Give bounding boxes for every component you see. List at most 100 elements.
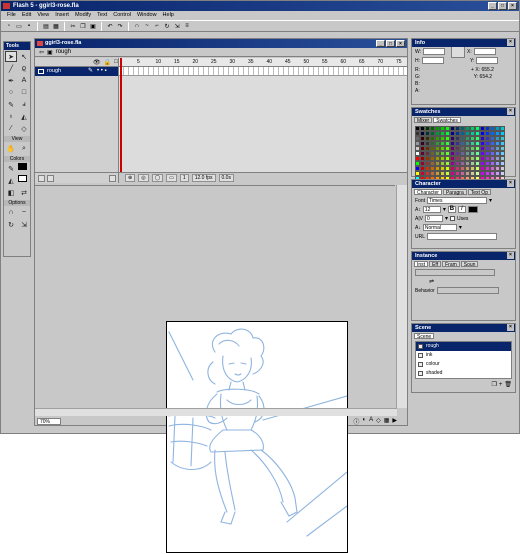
ink-bottle-icon[interactable]: ♁	[5, 111, 17, 122]
text-color-swatch[interactable]	[467, 206, 478, 213]
scale-option-icon[interactable]: ⇲	[18, 219, 30, 230]
layer-dots-icon[interactable]: • • ▪	[97, 67, 107, 76]
device-fonts-checkbox[interactable]	[449, 216, 455, 221]
info-w-field[interactable]	[423, 48, 446, 55]
position-dropdown-icon[interactable]: ▾	[459, 224, 462, 231]
snap-magnet-icon[interactable]: ∩	[133, 22, 141, 30]
new-file-icon[interactable]: ▫	[5, 22, 13, 30]
bold-button[interactable]: B	[447, 206, 456, 213]
menu-edit[interactable]: Edit	[19, 11, 34, 20]
scene-item[interactable]: rough	[416, 342, 511, 351]
tab-character[interactable]: Character	[414, 189, 442, 196]
print-icon[interactable]: ▤	[42, 22, 50, 30]
snap-option-icon[interactable]: ∩	[5, 207, 17, 218]
stroke-color-icon[interactable]: ✎	[5, 163, 17, 174]
cut-icon[interactable]: ✂	[69, 22, 77, 30]
center-frame-icon[interactable]: ⊕	[125, 174, 136, 182]
scene-item[interactable]: colour	[416, 360, 511, 369]
eye-icon[interactable]: 👁	[93, 59, 101, 66]
duplicate-scene-icon[interactable]: ❐	[491, 381, 496, 388]
layer-row-rough[interactable]: rough ✎ • • ▪	[35, 67, 118, 76]
onion-skin-icon[interactable]: ◎	[138, 174, 149, 182]
url-field[interactable]	[427, 233, 498, 240]
delete-layer-icon[interactable]	[109, 174, 116, 182]
launcher-instance-icon[interactable]: ◇	[376, 417, 381, 426]
save-icon[interactable]: ▪	[25, 22, 33, 30]
stroke-color-swatch[interactable]	[18, 163, 27, 170]
open-file-icon[interactable]: ▭	[15, 22, 23, 30]
subselect-icon[interactable]: ↖	[18, 51, 30, 62]
maximize-button[interactable]: □	[498, 2, 507, 10]
align-icon[interactable]: ≡	[183, 22, 191, 30]
text-icon[interactable]: A	[18, 75, 30, 86]
doc-minimize-button[interactable]: _	[376, 40, 385, 47]
behavior-select[interactable]	[436, 287, 499, 294]
menu-control[interactable]: Control	[110, 11, 134, 20]
eraser-icon[interactable]: ◇	[18, 123, 30, 134]
menu-view[interactable]: View	[34, 11, 52, 20]
font-dropdown-icon[interactable]: ▾	[489, 197, 492, 204]
smooth-icon[interactable]: ~	[143, 22, 151, 30]
tab-frame[interactable]: Fram	[442, 261, 460, 268]
brush-icon[interactable]: ⅎ	[18, 99, 30, 110]
registration-grid-icon[interactable]	[451, 45, 466, 58]
size-dropdown-icon[interactable]: ▾	[443, 206, 446, 213]
menu-text[interactable]: Text	[94, 11, 110, 20]
eyedropper-icon[interactable]: ⁄	[5, 123, 17, 134]
menu-modify[interactable]: Modify	[72, 11, 94, 20]
playhead[interactable]	[120, 58, 122, 183]
paint-bucket-icon[interactable]: ◭	[18, 111, 30, 122]
arrow-icon[interactable]: ➤	[5, 51, 17, 62]
print-preview-icon[interactable]: ▦	[52, 22, 60, 30]
redo-icon[interactable]: ↷	[116, 22, 124, 30]
zoom-icon[interactable]: ⌕	[18, 143, 30, 154]
launcher-info-icon[interactable]: ⓘ	[353, 417, 359, 426]
tab-effect[interactable]: Eff	[429, 261, 442, 268]
fill-color-icon[interactable]: ◭	[5, 175, 17, 186]
tracking-field[interactable]: 0	[424, 215, 443, 222]
info-y-field[interactable]	[476, 57, 499, 64]
layer-frames-row[interactable]	[119, 67, 407, 76]
onion-outline-icon[interactable]: ◯	[151, 174, 164, 182]
tracking-dropdown-icon[interactable]: ▾	[445, 215, 448, 222]
zoom-select[interactable]: 70%	[37, 417, 62, 425]
add-guide-layer-icon[interactable]	[47, 174, 54, 182]
swap-symbol-icon[interactable]: ⇌	[429, 278, 434, 285]
pen-icon[interactable]: ✒	[5, 75, 17, 86]
add-scene-icon[interactable]: +	[499, 382, 503, 388]
rotate-option-icon[interactable]: ↻	[5, 219, 17, 230]
smooth-option-icon[interactable]: ~	[18, 207, 30, 218]
font-select[interactable]: Times	[427, 197, 488, 204]
tab-mixer[interactable]: Mixer	[414, 117, 433, 124]
line-icon[interactable]: ╱	[5, 63, 17, 74]
character-close-icon[interactable]: ×	[507, 180, 514, 187]
tab-scene[interactable]: Scene	[414, 333, 435, 340]
menu-window[interactable]: Window	[134, 11, 160, 20]
undo-icon[interactable]: ↶	[106, 22, 114, 30]
rectangle-icon[interactable]: □	[18, 87, 30, 98]
scene-item[interactable]: ink	[416, 351, 511, 360]
doc-close-button[interactable]: ×	[396, 40, 405, 47]
character-position-select[interactable]: Normal	[422, 224, 457, 231]
tab-paragraph[interactable]: Paragra	[442, 189, 467, 196]
lock-icon[interactable]: 🔒	[104, 59, 111, 66]
doc-maximize-button[interactable]: □	[386, 40, 395, 47]
close-button[interactable]: ×	[508, 2, 517, 10]
menu-help[interactable]: Help	[160, 11, 177, 20]
launcher-movie-explorer-icon[interactable]: ▦	[384, 417, 390, 426]
menu-insert[interactable]: Insert	[52, 11, 72, 20]
hand-icon[interactable]: ✋	[5, 143, 17, 154]
scale-icon[interactable]: ⇲	[173, 22, 181, 30]
swap-colors-icon[interactable]: ⇄	[18, 187, 30, 198]
tab-text-options[interactable]: Text Op	[467, 189, 491, 196]
tab-instance[interactable]: Inst	[414, 261, 429, 268]
horizontal-scrollbar[interactable]	[35, 408, 397, 416]
stage-area[interactable]	[35, 185, 395, 553]
edit-multiple-icon[interactable]: ▭	[166, 174, 177, 182]
default-colors-icon[interactable]: ◧	[5, 187, 17, 198]
vertical-scrollbar[interactable]	[396, 185, 407, 408]
swatches-close-icon[interactable]: ×	[507, 108, 514, 115]
add-layer-icon[interactable]	[38, 174, 45, 182]
italic-button[interactable]: I	[457, 206, 466, 213]
lasso-icon[interactable]: ϱ	[18, 63, 30, 74]
